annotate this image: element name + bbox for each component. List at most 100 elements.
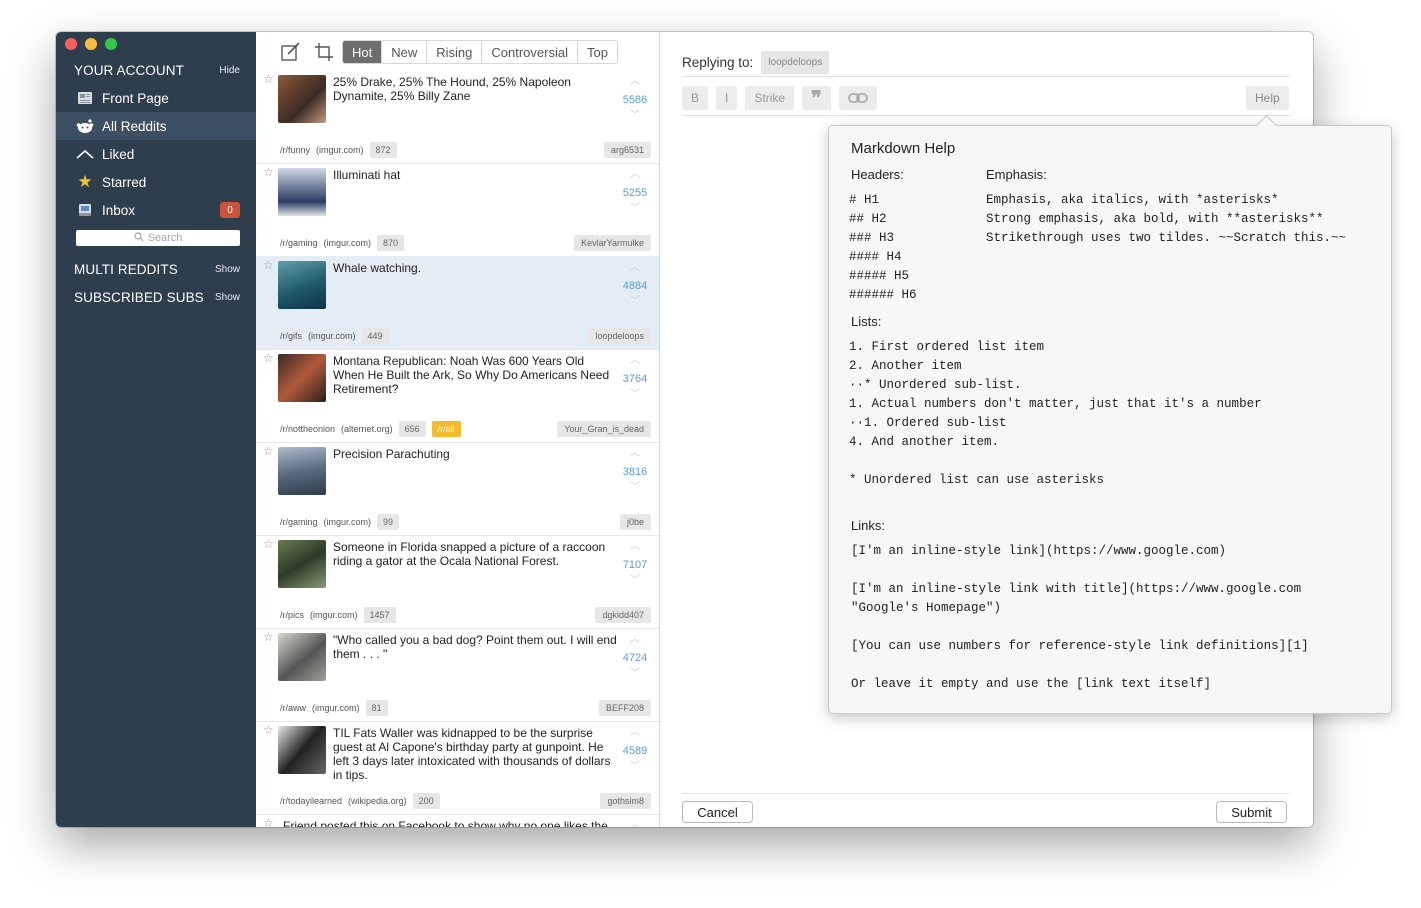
upvote-icon[interactable]: ︿ [617, 448, 653, 460]
post-title[interactable]: Precision Parachuting [333, 447, 618, 461]
post-item[interactable]: ☆ Montana Republican: Noah Was 600 Years… [256, 349, 659, 443]
comment-count[interactable]: 656 [398, 421, 426, 437]
close-window-button[interactable] [65, 38, 77, 50]
hide-account-button[interactable]: Hide [219, 65, 240, 76]
strike-button[interactable]: Strike [745, 86, 795, 110]
upvote-icon[interactable]: ︿ [617, 541, 653, 553]
comment-count[interactable]: 1457 [363, 607, 396, 623]
post-title[interactable]: 25% Drake, 25% The Hound, 25% Napoleon D… [333, 75, 618, 103]
cancel-button[interactable]: Cancel [682, 801, 753, 823]
star-icon[interactable]: ☆ [263, 258, 274, 272]
post-thumbnail[interactable] [278, 75, 326, 123]
post-subreddit[interactable]: /r/gifs [280, 331, 302, 341]
post-author[interactable]: j0be [619, 514, 651, 530]
post-title[interactable]: Montana Republican: Noah Was 600 Years O… [333, 354, 618, 396]
downvote-icon[interactable]: ﹀ [617, 575, 653, 587]
post-item[interactable]: ☆ Friend posted this on Facebook to show… [256, 814, 659, 827]
downvote-icon[interactable]: ﹀ [617, 668, 653, 680]
downvote-icon[interactable]: ﹀ [617, 110, 653, 122]
post-item[interactable]: ☆ Someone in Florida snapped a picture o… [256, 535, 659, 629]
post-item[interactable]: ☆ TIL Fats Waller was kidnapped to be th… [256, 721, 659, 815]
comment-count[interactable]: 872 [369, 142, 397, 158]
downvote-icon[interactable]: ﹀ [617, 761, 653, 773]
post-author[interactable]: BEFF208 [598, 700, 651, 716]
bold-button[interactable]: B [682, 86, 709, 110]
post-author[interactable]: arg6531 [603, 142, 651, 158]
post-item[interactable]: ☆ Illuminati hat ︿ 5255 ﹀ /r/gaming (img… [256, 163, 659, 257]
sidebar-item-liked[interactable]: Liked [56, 140, 256, 168]
downvote-icon[interactable]: ﹀ [617, 389, 653, 401]
post-title[interactable]: Friend posted this on Facebook to show w… [283, 819, 623, 827]
post-item[interactable]: ☆ "Who called you a bad dog? Point them … [256, 628, 659, 722]
post-thumbnail[interactable] [278, 726, 326, 774]
upvote-icon[interactable]: ︿ [617, 820, 653, 827]
star-icon[interactable]: ☆ [263, 816, 274, 827]
star-icon[interactable]: ☆ [263, 537, 274, 551]
post-thumbnail[interactable] [278, 633, 326, 681]
sidebar-item-starred[interactable]: ★ Starred [56, 168, 256, 196]
post-author[interactable]: Your_Gran_is_dead [557, 421, 651, 437]
star-icon[interactable]: ☆ [263, 630, 274, 644]
star-icon[interactable]: ☆ [263, 723, 274, 737]
sidebar-item-inbox[interactable]: Inbox 0 [56, 196, 256, 224]
post-subreddit[interactable]: /r/todayilearned [280, 796, 342, 806]
star-icon[interactable]: ☆ [263, 165, 274, 179]
post-thumbnail[interactable] [278, 261, 326, 309]
upvote-icon[interactable]: ︿ [617, 634, 653, 646]
help-button[interactable]: Help [1246, 86, 1289, 110]
upvote-icon[interactable]: ︿ [617, 727, 653, 739]
post-item[interactable]: ☆ 25% Drake, 25% The Hound, 25% Napoleon… [256, 70, 659, 164]
post-title[interactable]: Whale watching. [333, 261, 618, 275]
comment-count[interactable]: 870 [377, 235, 405, 251]
post-title[interactable]: TIL Fats Waller was kidnapped to be the … [333, 726, 618, 782]
post-author[interactable]: gothsim8 [600, 793, 651, 809]
post-thumbnail[interactable] [278, 540, 326, 588]
comment-count[interactable]: 200 [412, 793, 440, 809]
post-item-selected[interactable]: ☆ Whale watching. ︿ 4884 ﹀ /r/gifs (imgu… [256, 256, 659, 350]
italic-button[interactable]: I [716, 86, 738, 110]
comment-count[interactable]: 449 [361, 328, 389, 344]
post-author[interactable]: dgkidd407 [595, 607, 651, 623]
upvote-icon[interactable]: ︿ [617, 76, 653, 88]
post-title[interactable]: Someone in Florida snapped a picture of … [333, 540, 618, 568]
post-subreddit[interactable]: /r/gaming [280, 238, 318, 248]
downvote-icon[interactable]: ﹀ [617, 296, 653, 308]
star-icon[interactable]: ☆ [263, 444, 274, 458]
post-author[interactable]: loopdeloops [588, 328, 651, 344]
sidebar-item-all-reddits[interactable]: All Reddits [56, 112, 256, 140]
star-icon[interactable]: ☆ [263, 351, 274, 365]
post-item[interactable]: ☆ Precision Parachuting ︿ 3816 ﹀ /r/gami… [256, 442, 659, 536]
upvote-icon[interactable]: ︿ [617, 262, 653, 274]
show-multi-reddits-button[interactable]: Show [215, 264, 240, 275]
comment-count[interactable]: 81 [365, 700, 388, 716]
tab-top[interactable]: Top [576, 41, 617, 63]
downvote-icon[interactable]: ﹀ [617, 203, 653, 215]
tab-new[interactable]: New [381, 41, 426, 63]
star-icon[interactable]: ☆ [263, 72, 274, 86]
quote-icon[interactable]: ❞ [802, 86, 831, 110]
tab-rising[interactable]: Rising [426, 41, 481, 63]
downvote-icon[interactable]: ﹀ [617, 482, 653, 494]
all-badge[interactable]: /r/all [431, 421, 461, 437]
post-thumbnail[interactable] [278, 168, 326, 216]
post-subreddit[interactable]: /r/nottheonion [280, 424, 335, 434]
post-subreddit[interactable]: /r/gaming [280, 517, 318, 527]
upvote-icon[interactable]: ︿ [617, 169, 653, 181]
post-thumbnail[interactable] [278, 447, 326, 495]
post-title[interactable]: Illuminati hat [333, 168, 618, 182]
search-input[interactable]: Search [76, 230, 240, 246]
post-title[interactable]: "Who called you a bad dog? Point them ou… [333, 633, 618, 661]
post-subreddit[interactable]: /r/aww [280, 703, 306, 713]
post-author[interactable]: KevlarYarmulke [574, 235, 651, 251]
minimize-window-button[interactable] [85, 38, 97, 50]
post-thumbnail[interactable] [278, 354, 326, 402]
upvote-icon[interactable]: ︿ [617, 355, 653, 367]
tab-controversial[interactable]: Controversial [481, 41, 577, 63]
post-subreddit[interactable]: /r/pics [280, 610, 304, 620]
tab-hot[interactable]: Hot [343, 41, 382, 63]
sidebar-item-front-page[interactable]: Front Page [56, 84, 256, 112]
zoom-window-button[interactable] [105, 38, 117, 50]
show-subscribed-subs-button[interactable]: Show [215, 292, 240, 303]
post-subreddit[interactable]: /r/funny [280, 145, 310, 155]
link-icon[interactable] [838, 86, 877, 110]
